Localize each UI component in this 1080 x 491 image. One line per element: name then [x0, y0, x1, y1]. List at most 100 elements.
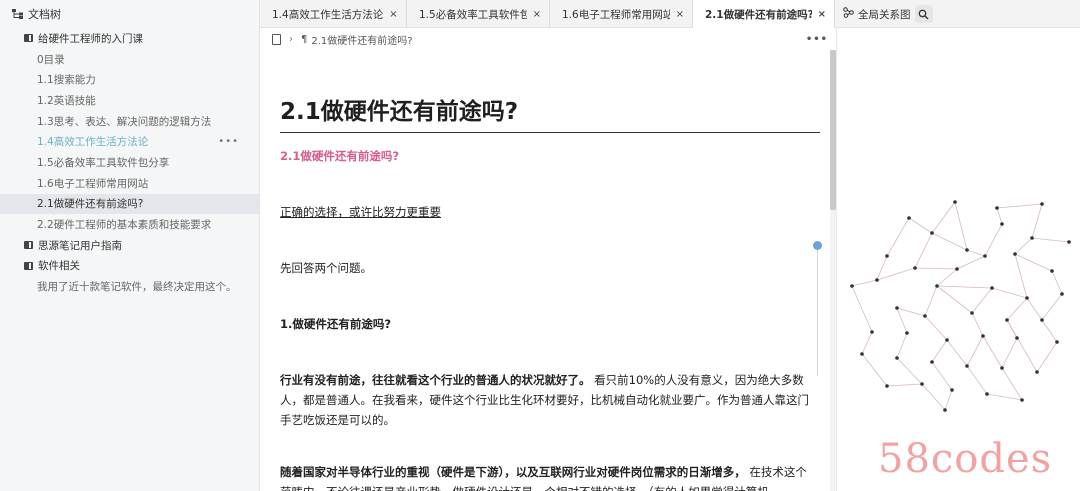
tab-1-4[interactable]: 1.4高效工作生活方法论 × [260, 0, 407, 28]
graph-node[interactable] [1040, 202, 1044, 206]
graph-node[interactable] [907, 216, 911, 220]
graph-edge [896, 307, 908, 334]
graph-node[interactable] [930, 360, 934, 364]
tab-1-5[interactable]: 1.5必备效率工具软件包分 × [407, 0, 550, 28]
paragraph[interactable]: 1.做硬件还有前途吗? [280, 314, 810, 334]
graph-edge [931, 201, 956, 234]
graph-edge [851, 279, 878, 287]
breadcrumb-title[interactable]: 2.1做硬件还有前途吗? [311, 32, 412, 47]
watermark: 58codes [878, 436, 1053, 482]
graph-node[interactable] [923, 314, 927, 318]
graph-node[interactable] [920, 382, 924, 386]
chevron-right-icon: › [289, 33, 293, 45]
graph-node[interactable] [950, 388, 954, 392]
document-title[interactable]: 2.1做硬件还有前途吗? [280, 92, 820, 133]
graph-node[interactable] [1035, 370, 1039, 374]
graph-edge [896, 307, 926, 317]
document-icon[interactable] [272, 33, 281, 45]
graph-node[interactable] [1040, 318, 1044, 322]
graph-node[interactable] [943, 408, 947, 412]
relationship-graph[interactable] [837, 28, 1080, 491]
graph-edge [956, 255, 986, 270]
graph-node[interactable] [983, 254, 987, 258]
sidebar-header[interactable]: 文档树 [0, 0, 259, 28]
tree-item[interactable]: 1.6电子工程师常用网站 [0, 173, 259, 194]
graph-node[interactable] [875, 278, 879, 282]
graph-node[interactable] [1013, 252, 1017, 256]
search-button[interactable] [914, 5, 933, 23]
tree-item[interactable]: 1.2英语技能 [0, 90, 259, 111]
graph-node[interactable] [1050, 269, 1054, 273]
graph-edge [1001, 337, 1018, 369]
close-icon[interactable]: × [818, 9, 826, 20]
paragraph[interactable]: 行业有没有前途，往往就看这个行业的普通人的状况就好了。 看只前10%的人没有意义… [280, 370, 810, 430]
graph-node[interactable] [1055, 340, 1059, 344]
tab-2-1[interactable]: 2.1做硬件还有前途吗? × [693, 0, 835, 28]
graph-edge [886, 217, 910, 257]
graph-node[interactable] [895, 356, 899, 360]
graph-node[interactable] [990, 286, 994, 290]
notebook-item[interactable]: 给硬件工程师的入门课 [0, 28, 259, 49]
graph-node[interactable] [1015, 336, 1019, 340]
graph-node[interactable] [870, 330, 874, 334]
graph-node[interactable] [935, 284, 939, 288]
tree-item[interactable]: 1.3思考、表达、解决问题的逻辑方法 [0, 111, 259, 132]
tree-item[interactable]: 我用了近十款笔记软件，最终决定用这个。 [0, 276, 259, 297]
notebook-item[interactable]: 思源笔记用户指南 [0, 235, 259, 256]
graph-node[interactable] [1060, 292, 1064, 296]
close-icon[interactable]: × [676, 9, 684, 20]
graph-node[interactable] [945, 338, 949, 342]
tree-item[interactable]: 2.2硬件工程师的基本素质和技能要求 [0, 214, 259, 235]
graph-node[interactable] [850, 284, 854, 288]
graph-node[interactable] [1067, 240, 1071, 244]
graph-node[interactable] [860, 352, 864, 356]
subtitle[interactable]: 2.1做硬件还有前途吗? [280, 146, 810, 166]
notebook-icon [24, 261, 33, 270]
graph-node[interactable] [970, 311, 974, 315]
graph-node[interactable] [1025, 296, 1029, 300]
notebook-item[interactable]: 软件相关 [0, 256, 259, 277]
graph-node[interactable] [895, 306, 899, 310]
paragraph[interactable]: 正确的选择，或许比努力更重要 [280, 202, 810, 222]
graph-node[interactable] [965, 248, 969, 252]
more-icon[interactable]: ••• [806, 34, 828, 45]
graph-edge [1014, 237, 1033, 255]
graph-node[interactable] [885, 384, 889, 388]
tree-item[interactable]: 1.4高效工作生活方法论 ••• [0, 131, 259, 152]
graph-node[interactable] [885, 254, 889, 258]
graph-node[interactable] [953, 200, 957, 204]
close-icon[interactable]: × [389, 9, 397, 20]
graph-edge [886, 383, 923, 387]
tree-item-label: 1.5必备效率工具软件包分享 [37, 156, 170, 169]
global-graph-panel[interactable] [836, 28, 1080, 491]
close-icon[interactable]: × [533, 9, 541, 20]
outline-rail [817, 246, 818, 376]
graph-edge [876, 267, 916, 281]
graph-node[interactable] [930, 231, 934, 235]
graph-node[interactable] [965, 364, 969, 368]
graph-node[interactable] [1020, 398, 1024, 402]
graph-node[interactable] [1030, 236, 1034, 240]
tab-global-graph[interactable]: 全局关系图 [835, 0, 941, 28]
editor[interactable]: 2.1做硬件还有前途吗? 2.1做硬件还有前途吗? 正确的选择，或许比努力更重要… [260, 50, 836, 491]
tree-item[interactable]: 0目录 [0, 49, 259, 70]
tab-label: 1.4高效工作生活方法论 [272, 8, 384, 21]
graph-node[interactable] [981, 334, 985, 338]
more-icon[interactable]: ••• [218, 136, 239, 147]
graph-node[interactable] [995, 206, 999, 210]
graph-node[interactable] [955, 267, 959, 271]
paragraph[interactable]: 随着国家对半导体行业的重视（硬件是下游），以及互联网行业对硬件岗位需求的日渐增多… [280, 462, 810, 491]
graph-node[interactable] [985, 392, 989, 396]
tab-1-6[interactable]: 1.6电子工程师常用网站 × [550, 0, 693, 28]
graph-node[interactable] [905, 331, 909, 335]
graph-edge [921, 383, 946, 411]
outline-marker[interactable] [813, 241, 822, 250]
paragraph[interactable]: 先回答两个问题。 [280, 258, 810, 278]
tree-item[interactable]: 2.1做硬件还有前途吗? [0, 193, 259, 215]
tree-item[interactable]: 1.1搜索能力 [0, 69, 259, 90]
graph-node[interactable] [913, 266, 917, 270]
tree-item[interactable]: 1.5必备效率工具软件包分享 [0, 152, 259, 173]
graph-node[interactable] [1000, 222, 1004, 226]
graph-node[interactable] [1005, 318, 1009, 322]
graph-node[interactable] [1000, 366, 1004, 370]
